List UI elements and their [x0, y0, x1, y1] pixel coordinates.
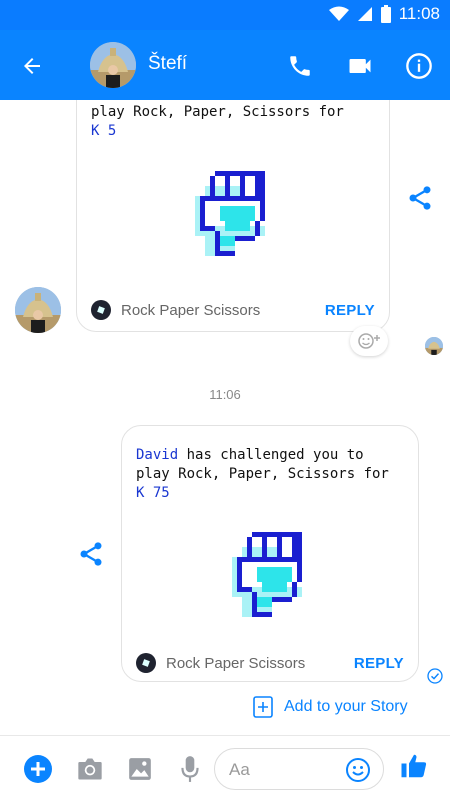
message-list[interactable]: play Rock, Paper, Scissors for K 5 Rock …	[0, 100, 450, 735]
reply-button[interactable]: REPLY	[325, 302, 375, 319]
sent-check-icon	[427, 668, 443, 684]
game-name: Rock Paper Scissors	[166, 654, 306, 672]
gallery-button[interactable]	[124, 753, 156, 785]
fist-icon	[195, 171, 265, 256]
wifi-icon	[328, 6, 349, 21]
info-icon	[406, 53, 432, 79]
more-actions-button[interactable]	[22, 753, 54, 785]
add-reaction-button[interactable]	[350, 326, 388, 356]
like-button[interactable]	[398, 750, 430, 782]
challenge-text: has challenged you to	[178, 447, 364, 463]
add-to-story-label: Add to your Story	[284, 698, 408, 715]
camera-icon	[78, 758, 102, 780]
contact-avatar[interactable]	[90, 42, 136, 88]
add-story-icon	[253, 696, 273, 718]
challenger-name[interactable]: David	[136, 447, 178, 463]
stake-currency: K	[91, 123, 100, 139]
video-camera-icon	[349, 59, 371, 73]
contact-name[interactable]: Štefí	[148, 53, 187, 75]
avatar-image	[90, 42, 136, 88]
voice-call-button[interactable]	[284, 50, 316, 82]
share-icon[interactable]	[406, 184, 434, 212]
thumbs-up-icon	[401, 754, 427, 778]
image-icon	[129, 758, 151, 780]
read-receipt-avatar	[425, 337, 443, 355]
battery-icon	[380, 5, 391, 23]
plus-icon	[24, 755, 52, 783]
game-message-line: play Rock, Paper, Scissors for	[136, 466, 389, 482]
game-message-card[interactable]: play Rock, Paper, Scissors for K 5 Rock …	[76, 100, 390, 332]
add-reaction-icon	[358, 333, 380, 349]
back-button[interactable]	[16, 50, 48, 82]
info-button[interactable]	[403, 50, 435, 82]
conversation-header: Štefí	[0, 30, 450, 100]
back-arrow-icon	[24, 58, 40, 74]
microphone-icon	[181, 756, 199, 782]
sender-avatar[interactable]	[15, 287, 61, 333]
share-icon[interactable]	[77, 540, 105, 568]
status-icons: 11:08	[328, 4, 440, 24]
game-card-footer: Rock Paper Scissors REPLY	[136, 648, 404, 678]
stake-amount: 75	[152, 485, 170, 501]
fist-icon	[232, 532, 302, 617]
cell-signal-icon	[357, 7, 372, 21]
game-message-card[interactable]: David has challenged you to play Rock, P…	[121, 425, 419, 682]
voice-message-button[interactable]	[174, 753, 206, 785]
add-to-story-button[interactable]: Add to your Story	[252, 695, 408, 719]
game-logo-icon	[136, 653, 156, 673]
message-input[interactable]	[229, 759, 339, 781]
game-message-text: play Rock, Paper, Scissors for K 5	[91, 103, 381, 141]
message-timestamp: 11:06	[209, 387, 241, 402]
reply-button[interactable]: REPLY	[354, 655, 404, 672]
stake-amount: 5	[107, 123, 117, 139]
game-card-footer: Rock Paper Scissors REPLY	[91, 295, 375, 325]
status-bar: 11:08	[0, 0, 450, 30]
avatar-image	[15, 287, 61, 333]
status-time: 11:08	[398, 4, 440, 23]
composer-bar	[0, 735, 450, 800]
game-message-line: play Rock, Paper, Scissors for	[91, 104, 344, 120]
stake-currency: K	[136, 485, 145, 501]
phone-icon	[290, 56, 310, 76]
message-input-wrapper	[214, 748, 384, 790]
game-name: Rock Paper Scissors	[121, 301, 261, 319]
video-call-button[interactable]	[344, 50, 376, 82]
camera-button[interactable]	[74, 753, 106, 785]
game-message-text: David has challenged you to play Rock, P…	[136, 446, 418, 503]
game-logo-icon	[91, 300, 111, 320]
emoji-icon[interactable]	[345, 757, 371, 783]
